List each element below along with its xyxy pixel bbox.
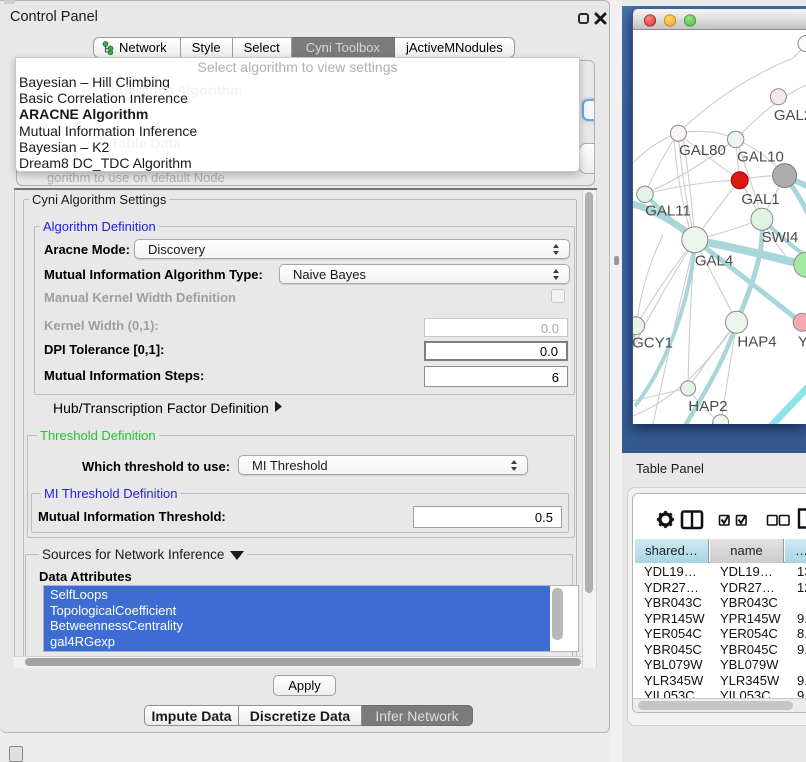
svg-text:SWI4: SWI4 — [762, 229, 799, 246]
svg-text:HAP4: HAP4 — [737, 334, 776, 351]
svg-text:GAL11: GAL11 — [645, 203, 691, 220]
svg-text:HAP2: HAP2 — [688, 398, 727, 415]
svg-text:GAL2: GAL2 — [774, 107, 806, 124]
svg-text:GCY1: GCY1 — [633, 335, 673, 352]
svg-text:GAL10: GAL10 — [737, 149, 784, 166]
svg-text:GAL80: GAL80 — [679, 142, 726, 159]
svg-text:GAL1: GAL1 — [741, 191, 779, 208]
svg-text:GAL4: GAL4 — [695, 253, 733, 270]
svg-text:YM: YM — [798, 334, 806, 351]
